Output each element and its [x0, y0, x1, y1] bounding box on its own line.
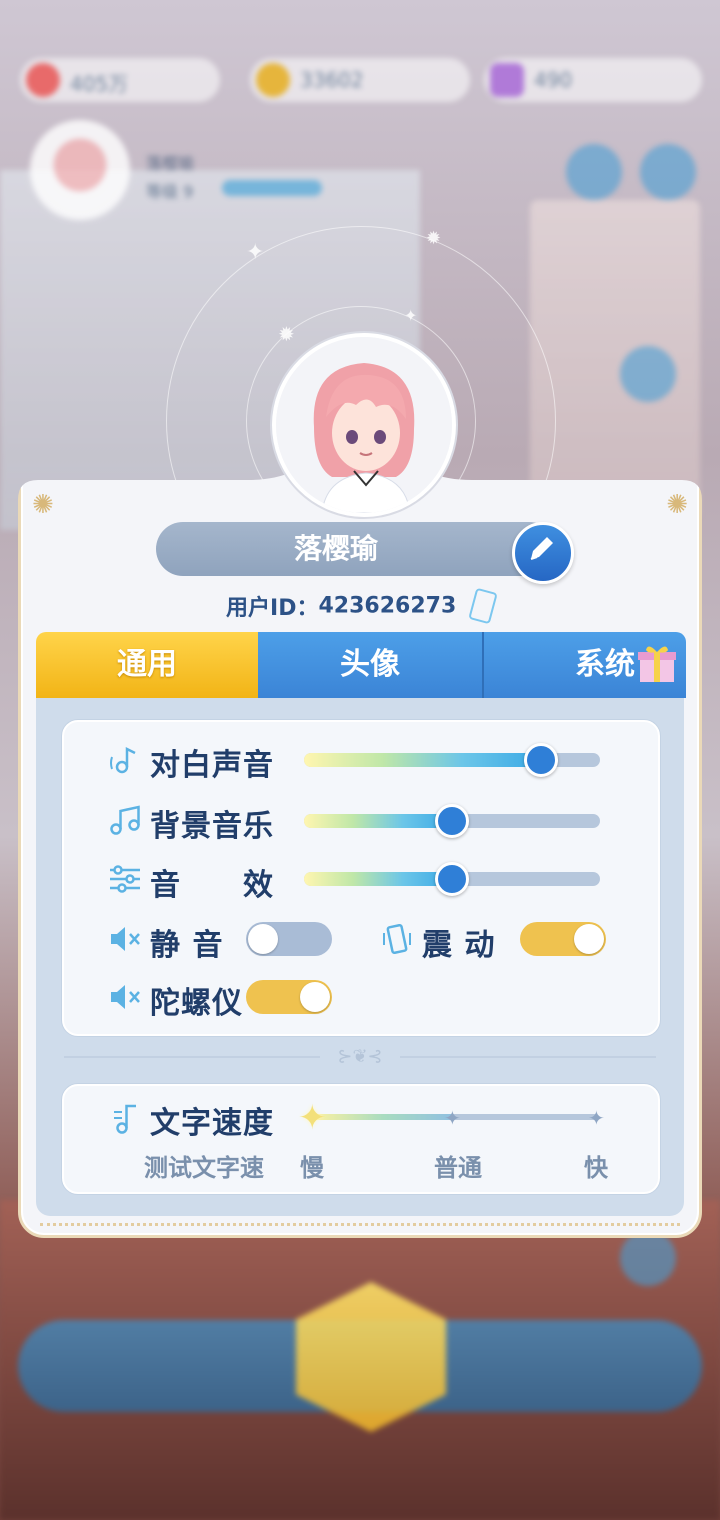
bg-button	[566, 144, 622, 200]
toggle-knob	[574, 924, 604, 954]
coin-icon	[256, 63, 290, 97]
sparkle-icon: ✦	[246, 240, 265, 265]
corner-ornament-icon: ✺	[32, 490, 54, 520]
text-speed-preview: 测试文字速	[144, 1154, 264, 1182]
text-note-icon	[114, 1104, 136, 1134]
mute-toggle[interactable]	[246, 922, 332, 956]
tab-general[interactable]: 通用	[36, 632, 258, 698]
heart-icon	[26, 63, 60, 97]
dialogue-volume-label: 对白声音	[150, 748, 274, 783]
vibrate-toggle[interactable]	[520, 922, 606, 956]
resource-value: 33602	[300, 68, 364, 92]
slider-handle[interactable]	[523, 743, 558, 777]
gem-icon	[490, 63, 524, 97]
dialogue-voice-icon	[110, 746, 136, 774]
player-name: 落樱瑜	[293, 532, 378, 565]
bg-profile-level: 等级 9	[146, 182, 194, 201]
slider-fill	[304, 814, 452, 828]
player-name-field: 落樱瑜	[156, 522, 556, 576]
gift-icon	[636, 642, 678, 684]
toggle-knob	[300, 982, 330, 1012]
user-id-value: 423626273	[318, 593, 457, 619]
speed-normal-label: 普通	[434, 1154, 482, 1182]
bg-button	[620, 346, 676, 402]
bgm-volume-label: 背景音乐	[150, 809, 274, 844]
bg-profile: 落樱瑜 等级 9	[30, 120, 340, 230]
toggle-knob	[248, 924, 278, 954]
slider-handle[interactable]	[435, 804, 469, 838]
copy-phone-icon[interactable]	[468, 587, 498, 625]
panel-border-dots	[40, 1223, 680, 1226]
slider-fill	[304, 753, 541, 767]
divider-ornament-icon: ⊱❦⊰	[320, 1046, 400, 1067]
sfx-volume-slider[interactable]	[304, 862, 600, 896]
music-note-icon	[110, 805, 140, 835]
gyroscope-toggle[interactable]	[246, 980, 332, 1014]
speed-marker-icon: ✦	[444, 1106, 461, 1130]
speed-slow-label: 慢	[300, 1154, 324, 1182]
user-id-row: 用户ID：423626273	[0, 587, 720, 625]
corner-ornament-icon: ✺	[666, 490, 688, 520]
sparkle-icon: ✦	[404, 306, 418, 325]
profile-avatar[interactable]	[272, 333, 456, 517]
speaker-mute-icon	[111, 927, 140, 951]
bg-profile-name: 落樱瑜	[146, 154, 195, 173]
resource-value: 405万	[70, 72, 129, 96]
bg-avatar	[30, 120, 130, 220]
gyroscope-label: 陀螺仪	[150, 986, 243, 1021]
bgm-volume-slider[interactable]	[304, 804, 600, 838]
tab-avatar[interactable]: 头像	[258, 632, 482, 698]
user-id-label: 用户ID：	[226, 596, 319, 621]
speed-fill	[312, 1114, 455, 1120]
bg-level-bar	[222, 180, 322, 196]
speed-marker-icon: ✦	[588, 1106, 605, 1130]
tab-label: 通用	[117, 647, 177, 682]
equalizer-icon	[110, 865, 140, 893]
resource-value: 490	[534, 68, 573, 92]
edit-name-button[interactable]	[512, 522, 574, 584]
dialogue-volume-slider[interactable]	[304, 743, 600, 777]
text-speed-handle-icon[interactable]: ✦	[298, 1098, 327, 1138]
vibrate-label: 震 动	[422, 928, 496, 963]
vibrate-phone-icon	[383, 923, 411, 955]
resource-bar-3: 490	[484, 58, 702, 102]
mute-label: 静 音	[150, 928, 224, 963]
tab-label: 头像	[340, 647, 400, 682]
bg-button	[640, 144, 696, 200]
avatar-girl-icon	[276, 337, 452, 513]
tab-label: 系统	[575, 647, 635, 682]
bg-button	[620, 1230, 676, 1286]
pencil-icon	[530, 537, 553, 560]
slider-fill	[304, 872, 452, 886]
slider-handle[interactable]	[435, 862, 469, 896]
speaker-mute-icon	[111, 985, 140, 1009]
resource-bar-2: 33602	[250, 58, 470, 102]
speed-fast-label: 快	[584, 1154, 608, 1182]
sparkle-icon: ✹	[426, 228, 442, 249]
resource-bar-1: 405万	[20, 58, 220, 102]
sfx-volume-label: 音 效	[150, 868, 274, 903]
text-speed-label: 文字速度	[150, 1106, 274, 1141]
tab-system[interactable]: 系统	[482, 632, 686, 698]
sparkle-icon: ✹	[278, 322, 295, 346]
settings-tabs: 通用 头像 系统	[36, 632, 686, 698]
